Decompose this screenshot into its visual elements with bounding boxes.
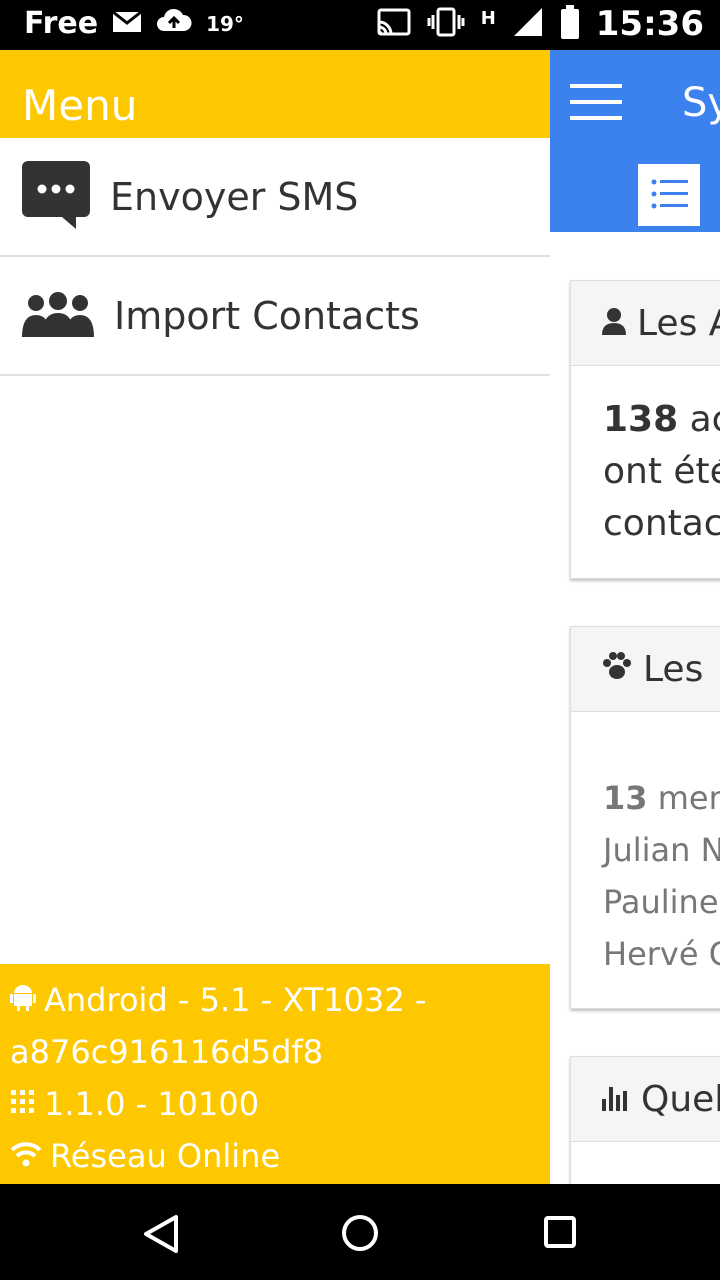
- card-header: Quel: [571, 1057, 720, 1142]
- chat-icon: [22, 160, 90, 233]
- list-icon[interactable]: [638, 164, 700, 226]
- drawer-header: Menu: [0, 50, 550, 138]
- card-text: contac: [603, 503, 720, 544]
- home-icon[interactable]: [341, 1214, 379, 1256]
- card-text: ont été: [603, 451, 720, 492]
- menu-item-label: Envoyer SMS: [110, 174, 359, 219]
- network-type-label: H: [480, 7, 496, 29]
- wifi-icon: [10, 1130, 42, 1182]
- card-title: Les: [643, 648, 704, 690]
- device-info: Android - 5.1 - XT1032 -: [44, 981, 427, 1019]
- system-nav-bar: [0, 1184, 720, 1280]
- android-icon: [10, 974, 36, 1026]
- dashboard-content: Les A 138 ac ont été contac Les 13 men J…: [550, 232, 720, 1184]
- recents-icon[interactable]: [543, 1215, 577, 1253]
- app-bar: Sy: [550, 50, 720, 232]
- card-stats: Quel: [570, 1056, 720, 1184]
- count-value: 138: [603, 399, 679, 440]
- temperature-label: 19°: [206, 11, 244, 36]
- signal-icon: [512, 6, 544, 42]
- drawer-title: Menu: [22, 81, 138, 130]
- member-name: Hervé C: [603, 935, 720, 973]
- menu-item-label: Import Contacts: [114, 293, 420, 338]
- navigation-drawer: Menu Envoyer SMS Import Contacts Android…: [0, 50, 550, 1184]
- card-header: Les: [571, 627, 720, 712]
- card-title: Les A: [637, 302, 720, 344]
- hamburger-menu-icon[interactable]: [570, 84, 622, 120]
- app-version: 1.1.0 - 10100: [44, 1085, 260, 1123]
- network-status: Réseau Online: [50, 1137, 281, 1175]
- grid-icon: [10, 1078, 36, 1130]
- mail-icon: [112, 6, 142, 41]
- back-icon[interactable]: [142, 1214, 180, 1258]
- menu-item-send-sms[interactable]: Envoyer SMS: [0, 138, 550, 257]
- drawer-footer: Android - 5.1 - XT1032 - a876c916116d5df…: [0, 964, 550, 1184]
- menu-item-import-contacts[interactable]: Import Contacts: [0, 257, 550, 376]
- user-icon: [601, 303, 627, 344]
- card-body: 13 men Julian N Pauline Hervé C: [571, 712, 720, 1008]
- clock: 15:36: [595, 4, 704, 44]
- device-id: a876c916116d5df8: [10, 1033, 324, 1071]
- card-text: ac: [689, 399, 720, 440]
- paw-icon: [601, 649, 633, 690]
- card-body: 138 ac ont été contac: [571, 366, 720, 578]
- group-icon: [22, 291, 94, 341]
- count-value: 13: [603, 779, 648, 817]
- battery-icon: [560, 5, 580, 43]
- bar-chart-icon: [601, 1079, 631, 1120]
- status-bar: Free 19° H 15:36: [0, 0, 720, 50]
- cast-icon: [377, 8, 411, 40]
- card-title: Quel: [641, 1078, 720, 1120]
- card-accounts: Les A 138 ac ont été contac: [570, 280, 720, 579]
- app-title: Sy: [682, 80, 720, 126]
- vibrate-icon: [427, 7, 465, 41]
- cloud-upload-icon: [156, 6, 192, 41]
- card-header: Les A: [571, 281, 720, 366]
- carrier-label: Free: [24, 6, 99, 41]
- member-name: Julian N: [603, 831, 720, 869]
- member-name: Pauline: [603, 883, 719, 921]
- card-members: Les 13 men Julian N Pauline Hervé C: [570, 626, 720, 1009]
- card-text: men: [657, 779, 720, 817]
